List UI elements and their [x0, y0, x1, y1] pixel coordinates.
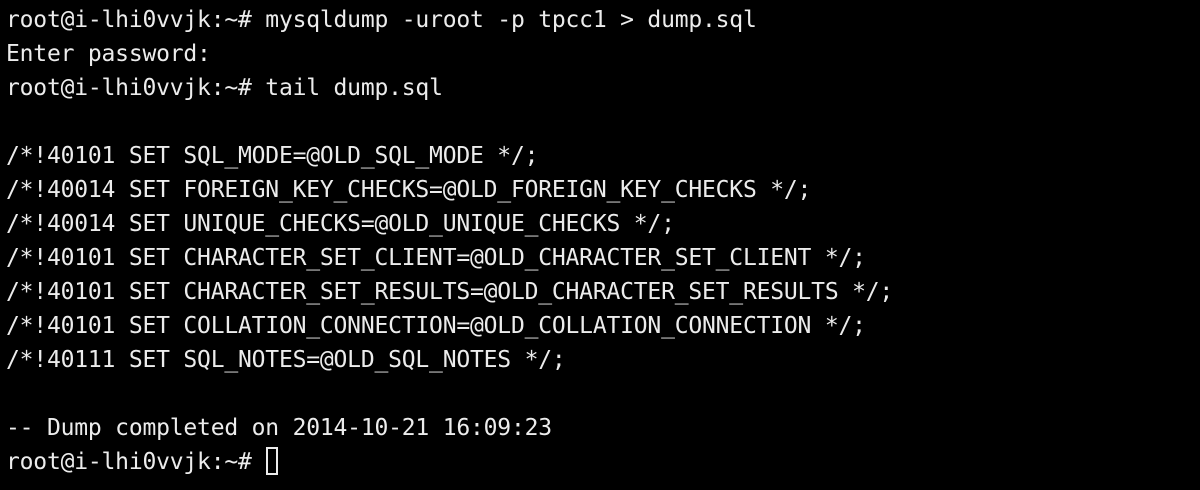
dump-completed-line: -- Dump completed on 2014-10-21 16:09:23: [6, 415, 552, 441]
output-line: /*!40111 SET SQL_NOTES=@OLD_SQL_NOTES */…: [6, 347, 566, 373]
terminal-line-active-prompt[interactable]: root@i-lhi0vvjk:~#: [6, 445, 1200, 479]
terminal-line-command-mysqldump: root@i-lhi0vvjk:~# mysqldump -uroot -p t…: [6, 3, 1200, 37]
terminal-window[interactable]: root@i-lhi0vvjk:~# mysqldump -uroot -p t…: [0, 0, 1200, 490]
command-text: tail dump.sql: [265, 75, 443, 101]
output-line: /*!40101 SET CHARACTER_SET_CLIENT=@OLD_C…: [6, 245, 866, 271]
output-line: /*!40101 SET SQL_MODE=@OLD_SQL_MODE */;: [6, 143, 539, 169]
output-line: /*!40014 SET UNIQUE_CHECKS=@OLD_UNIQUE_C…: [6, 211, 675, 237]
terminal-line-command-tail: root@i-lhi0vvjk:~# tail dump.sql: [6, 71, 1200, 105]
shell-prompt: root@i-lhi0vvjk:~#: [6, 7, 266, 33]
password-prompt-line: Enter password:: [6, 41, 211, 67]
text-cursor[interactable]: [266, 447, 279, 475]
command-text: mysqldump -uroot -p tpcc1 > dump.sql: [265, 7, 757, 33]
output-line: /*!40014 SET FOREIGN_KEY_CHECKS=@OLD_FOR…: [6, 177, 812, 203]
output-line: /*!40101 SET COLLATION_CONNECTION=@OLD_C…: [6, 313, 866, 339]
shell-prompt: root@i-lhi0vvjk:~#: [6, 449, 266, 475]
shell-prompt: root@i-lhi0vvjk:~#: [6, 75, 266, 101]
output-line: /*!40101 SET CHARACTER_SET_RESULTS=@OLD_…: [6, 279, 894, 305]
